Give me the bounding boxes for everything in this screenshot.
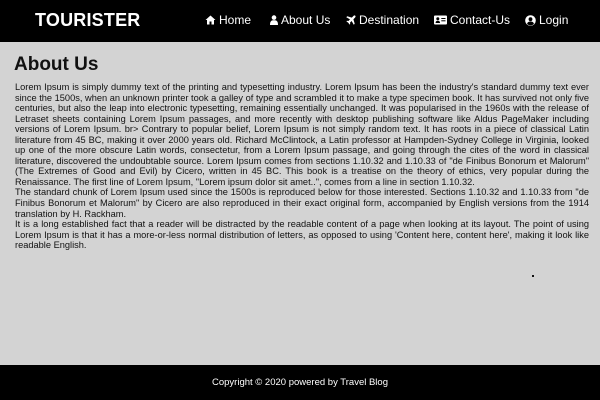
- footer: Copyright © 2020 powered by Travel Blog: [0, 365, 600, 400]
- nav-contact-us-label: Contact-Us: [450, 13, 511, 27]
- nav-login[interactable]: Login: [525, 13, 568, 27]
- user-circle-icon: [525, 14, 536, 26]
- brand-logo[interactable]: TOURISTER: [35, 10, 140, 31]
- plane-icon: [346, 15, 356, 25]
- nav-home-label: Home: [219, 13, 252, 27]
- paragraph: Lorem Ipsum is simply dummy text of the …: [15, 82, 589, 187]
- nav-contact-us[interactable]: Contact-Us: [434, 13, 510, 27]
- page-title: About Us: [14, 54, 99, 75]
- paragraph: It is a long established fact that a rea…: [15, 219, 589, 251]
- nav-about-us[interactable]: About Us: [270, 13, 330, 27]
- home-icon: [205, 15, 216, 25]
- nav-destination-label: Destination: [359, 13, 420, 27]
- user-icon: [270, 15, 278, 25]
- stray-dot: [532, 275, 534, 277]
- nav-home[interactable]: Home: [205, 13, 251, 27]
- about-text: Lorem Ipsum is simply dummy text of the …: [15, 82, 589, 251]
- nav-login-label: Login: [539, 13, 569, 27]
- navbar: TOURISTER Home About Us Destination Cont…: [0, 0, 600, 42]
- main-content: About Us Lorem Ipsum is simply dummy tex…: [0, 42, 600, 365]
- paragraph: The standard chunk of Lorem Ipsum used s…: [15, 187, 589, 219]
- nav-about-us-label: About Us: [281, 13, 331, 27]
- copyright-text: Copyright © 2020 powered by Travel Blog: [212, 377, 388, 388]
- nav-destination[interactable]: Destination: [346, 13, 419, 27]
- id-card-icon: [434, 15, 447, 25]
